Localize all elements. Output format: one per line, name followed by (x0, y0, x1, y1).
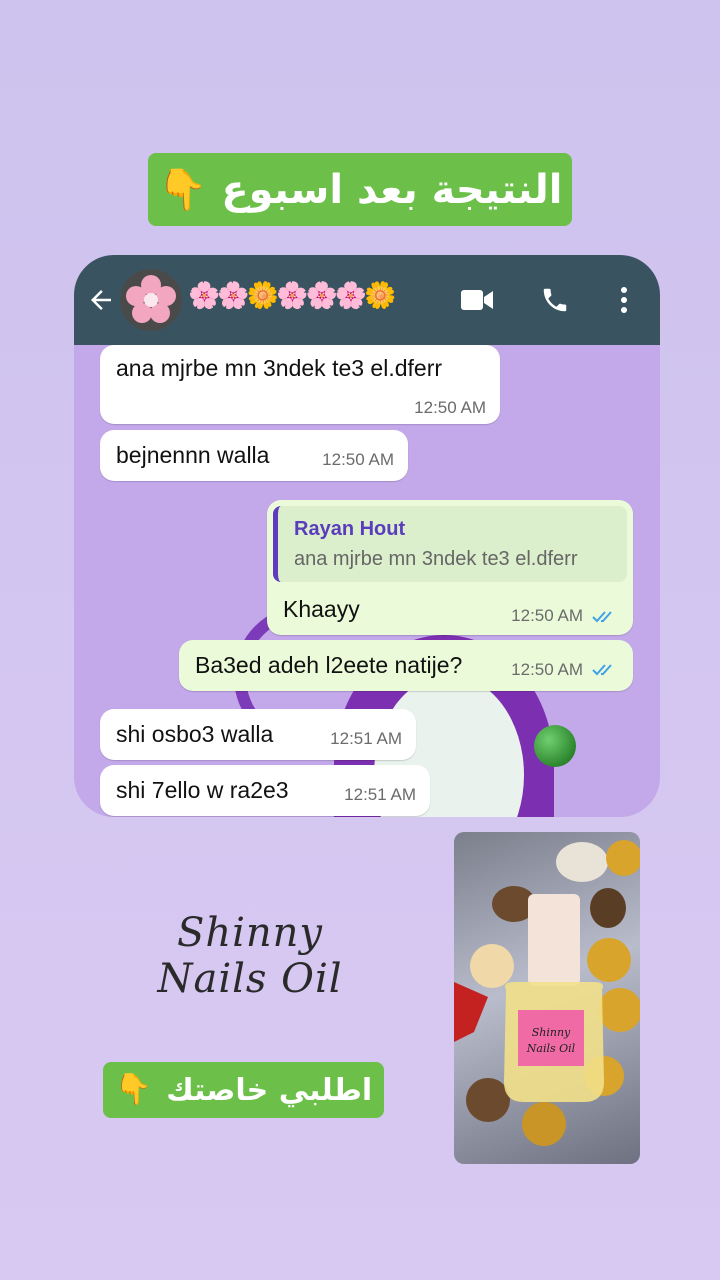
brand-line-2: Nails Oil (157, 956, 343, 1002)
message-bubble-incoming[interactable]: shi osbo3 walla 12:51 AM (100, 709, 416, 760)
voice-call-icon[interactable] (540, 285, 570, 315)
result-banner-text: النتيجة بعد اسبوع (221, 166, 563, 213)
pine-cone-decoration (556, 842, 608, 882)
bottle-label-line-2: Nails Oil (526, 1042, 576, 1055)
bottle-label-line-1: Shinny (532, 1026, 571, 1039)
message-time: 12:51 AM (330, 729, 402, 748)
message-text: shi osbo3 walla (116, 721, 274, 747)
message-time: 12:50 AM (414, 398, 486, 417)
message-bubble-incoming[interactable]: bejnennn walla 12:50 AM (100, 430, 408, 481)
contact-avatar[interactable] (120, 269, 182, 331)
chat-header: 🌸🌸🌼🌸🌸🌸🌼 (74, 255, 660, 345)
message-text: bejnennn walla (116, 442, 270, 468)
flower-icon (126, 275, 176, 323)
chat-messages-area: ana mjrbe mn 3ndek te3 el.dferr 12:50 AM… (74, 345, 660, 817)
pine-cone-decoration (590, 888, 626, 928)
message-text: Khaayy (283, 596, 360, 622)
message-text: ana mjrbe mn 3ndek te3 el.dferr (116, 355, 443, 381)
chat-screenshot: 🌸🌸🌼🌸🌸🌸🌼 ana mjrbe mn 3ndek te3 el.dferr … (74, 255, 660, 817)
more-options-icon[interactable] (614, 285, 634, 315)
message-text: Ba3ed adeh l2eete natije? (195, 652, 463, 678)
contact-name[interactable]: 🌸🌸🌼🌸🌸🌸🌼 (188, 281, 397, 311)
pointing-down-hand-icon: 👇 (114, 1072, 153, 1107)
order-banner[interactable]: 👇 اطلبي خاصتك (103, 1062, 384, 1118)
wallpaper-decoration (534, 725, 576, 767)
nail-oil-bottle-image: Shinny Nails Oil (454, 840, 640, 1146)
message-time: 12:50 AM (322, 450, 394, 469)
quoted-sender-name: Rayan Hout (294, 518, 406, 540)
message-bubble-outgoing[interactable]: Rayan Hout ana mjrbe mn 3ndek te3 el.dfe… (267, 500, 633, 635)
product-photo: Shinny Nails Oil (454, 832, 640, 1164)
pine-cone-decoration (466, 1078, 510, 1122)
message-bubble-incoming[interactable]: shi 7ello w ra2e3 12:51 AM (100, 765, 430, 816)
pointing-down-hand-icon: 👇 (157, 166, 208, 213)
read-receipt-icon (592, 611, 612, 623)
back-arrow-icon[interactable] (86, 285, 116, 315)
quoted-message-text: ana mjrbe mn 3ndek te3 el.dferr (294, 548, 578, 570)
message-time: 12:50 AM (511, 660, 583, 679)
message-bubble-outgoing[interactable]: Ba3ed adeh l2eete natije? 12:50 AM (179, 640, 633, 691)
message-bubble-incoming[interactable]: ana mjrbe mn 3ndek te3 el.dferr 12:50 AM (100, 345, 500, 424)
brand-line-1: Shinny (176, 910, 324, 956)
message-time: 12:50 AM (511, 606, 583, 625)
brand-logo-text: Shinny Nails Oil (140, 910, 360, 1002)
quoted-message[interactable]: Rayan Hout ana mjrbe mn 3ndek te3 el.dfe… (273, 506, 627, 582)
read-receipt-icon (592, 664, 612, 676)
message-text: shi 7ello w ra2e3 (116, 777, 289, 803)
message-time: 12:51 AM (344, 785, 416, 804)
result-banner: 👇 النتيجة بعد اسبوع (148, 153, 572, 226)
order-banner-text: اطلبي خاصتك (166, 1072, 373, 1108)
video-call-icon[interactable] (460, 287, 494, 313)
